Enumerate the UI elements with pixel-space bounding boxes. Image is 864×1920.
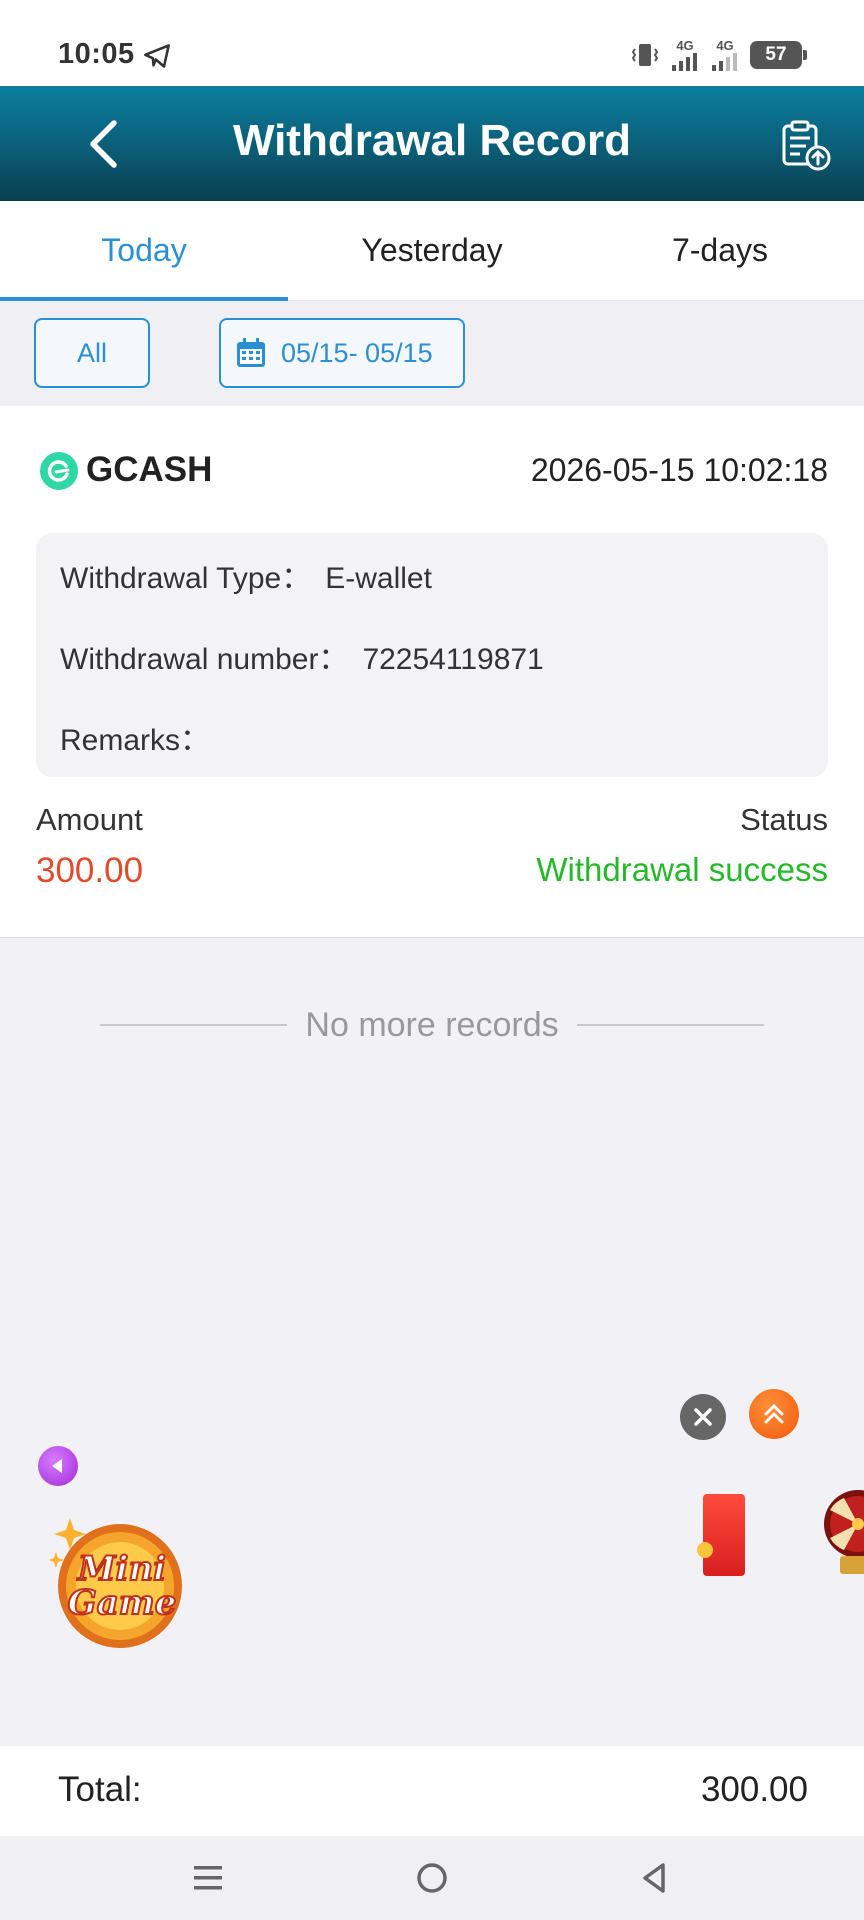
divider-left: [100, 1024, 288, 1026]
scroll-top-button[interactable]: [749, 1389, 799, 1439]
close-icon: [694, 1408, 712, 1426]
status-label: Status: [740, 802, 828, 837]
gcash-logo-icon: [40, 452, 78, 490]
status-value: Withdrawal success: [536, 851, 828, 888]
withdrawal-type-row: Withdrawal Type： E-wallet: [60, 553, 432, 597]
total-value: 300.00: [700, 1770, 808, 1809]
lucky-wheel-float-button[interactable]: [810, 1480, 864, 1576]
divider-right: [576, 1024, 765, 1026]
tab-today[interactable]: Today: [0, 201, 288, 301]
date-range-text: 05/15- 05/15: [281, 337, 433, 368]
circle-home-icon: [417, 1863, 447, 1893]
amount-label: Amount: [36, 802, 143, 837]
telegram-icon: [144, 44, 170, 68]
status-indicators: 4G 4G 57: [630, 38, 807, 71]
signal-2: 4G: [710, 38, 740, 71]
network-type-1: 4G: [676, 38, 694, 53]
mini-game-label-line2: Game: [68, 1583, 177, 1623]
date-tabs: Today Yesterday 7-days: [0, 201, 864, 301]
withdrawal-number-label: Withdrawal number：: [60, 643, 349, 676]
network-type-2: 4G: [716, 38, 734, 53]
status-time: 10:05: [58, 38, 135, 70]
clipboard-upload-icon[interactable]: [778, 118, 832, 172]
tab-yesterday[interactable]: Yesterday: [288, 201, 576, 300]
tab-7-days[interactable]: 7-days: [576, 201, 864, 300]
double-chevron-up-icon: [764, 1404, 784, 1424]
battery-indicator: 57: [750, 40, 807, 69]
signal-icon: [672, 53, 697, 71]
collapse-float-button[interactable]: [38, 1446, 78, 1486]
record-datetime: 2026-05-15 10:02:18: [530, 452, 828, 488]
record-details: Withdrawal Type： E-wallet Withdrawal numb…: [36, 533, 828, 777]
status-bar: 10:05 4G 4G 57: [0, 0, 864, 86]
no-more-records-text: No more records: [305, 1005, 559, 1044]
calendar-icon: [237, 338, 265, 367]
withdrawal-number-value: 72254119871: [362, 643, 544, 676]
back-nav-button[interactable]: [630, 1854, 678, 1902]
menu-icon: [194, 1866, 222, 1890]
filter-all-button[interactable]: All: [34, 318, 150, 388]
triangle-back-icon: [643, 1863, 665, 1893]
recent-apps-button[interactable]: [184, 1854, 232, 1902]
amount-value: 300.00: [36, 851, 144, 890]
total-label: Total:: [58, 1770, 142, 1809]
withdrawal-record-card[interactable]: GCASH 2026-05-15 10:02:18 Withdrawal Typ…: [0, 406, 864, 938]
signal-icon: [712, 53, 737, 71]
app-header: Withdrawal Record: [0, 86, 864, 201]
remarks-label: Remarks：: [60, 724, 211, 757]
gcash-mark-icon: [47, 460, 70, 482]
withdrawal-type-value: E-wallet: [325, 562, 432, 595]
withdrawal-number-row: Withdrawal number： 72254119871: [60, 634, 544, 678]
triangle-left-icon: [52, 1459, 62, 1473]
payment-method-name: GCASH: [86, 450, 213, 489]
system-nav-bar: [0, 1836, 864, 1920]
withdrawal-type-label: Withdrawal Type：: [60, 562, 312, 595]
date-range-button[interactable]: 05/15- 05/15: [219, 318, 465, 388]
signal-1: 4G: [670, 38, 700, 71]
red-envelope-float-button[interactable]: [697, 1494, 745, 1576]
list-end-indicator: No more records: [100, 1000, 765, 1050]
mini-game-float-button[interactable]: Mini Game: [50, 1510, 186, 1652]
total-bar: Total: 300.00: [0, 1746, 864, 1836]
filter-bar: All 05/15- 05/15: [0, 301, 864, 406]
close-floating-button[interactable]: [680, 1394, 726, 1440]
remarks-row: Remarks：: [60, 715, 224, 759]
page-title: Withdrawal Record: [232, 116, 632, 165]
home-button[interactable]: [408, 1854, 456, 1902]
vibrate-icon: [631, 43, 659, 66]
